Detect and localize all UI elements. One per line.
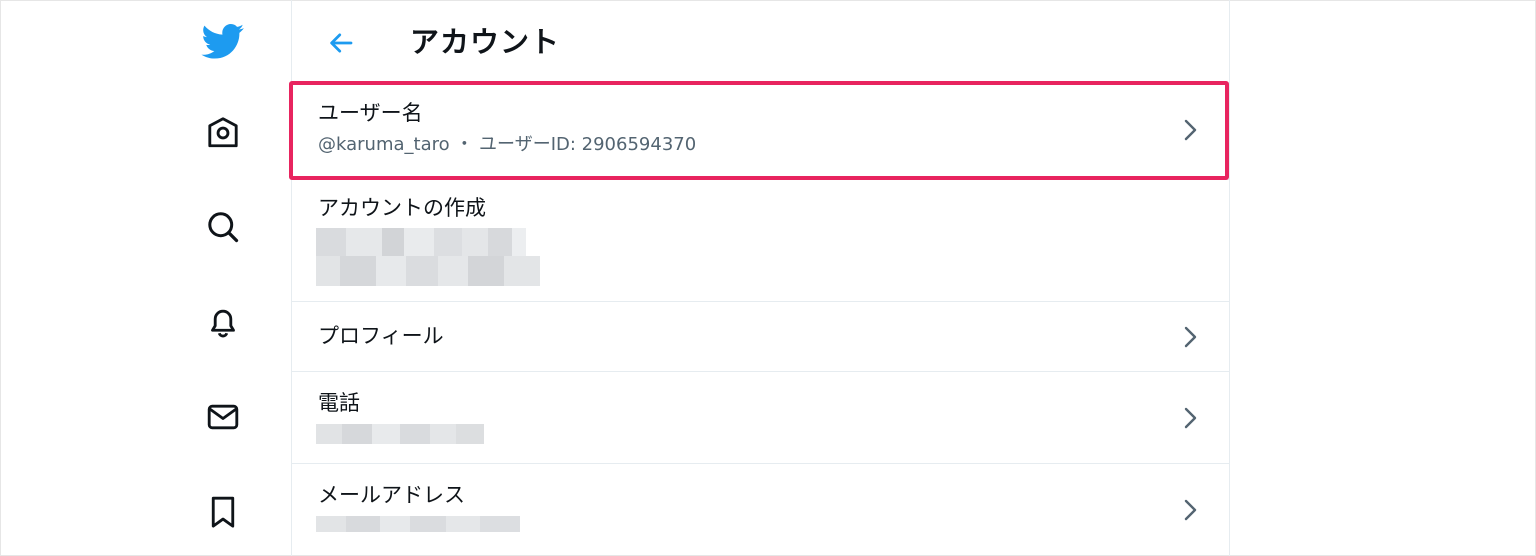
chevron-right-icon xyxy=(1180,496,1200,524)
back-button[interactable] xyxy=(320,22,362,64)
redacted-email xyxy=(316,516,520,532)
page-title: アカウント xyxy=(410,25,561,59)
row-account-created: アカウントの作成 xyxy=(292,180,1229,302)
bell-icon xyxy=(211,309,235,338)
page-header: アカウント xyxy=(292,0,1229,82)
search-icon xyxy=(208,212,239,243)
row-email-label: メールアドレス xyxy=(318,483,465,507)
arrow-left-icon xyxy=(330,33,353,53)
row-username-label: ユーザー名 xyxy=(318,101,423,125)
nav-bookmarks[interactable] xyxy=(197,486,249,538)
redacted-phone xyxy=(316,424,484,444)
nav-explore[interactable] xyxy=(197,201,249,253)
row-username[interactable]: ユーザー名 @karuma_taro ・ ユーザーID: 2906594370 xyxy=(292,82,1229,180)
home-icon xyxy=(208,117,238,148)
mail-icon xyxy=(207,404,239,430)
nav-notifications[interactable] xyxy=(197,296,249,348)
chevron-right-icon xyxy=(1180,116,1200,144)
twitter-logo[interactable] xyxy=(197,16,249,68)
chevron-right-icon xyxy=(1180,323,1200,351)
row-phone-label: 電話 xyxy=(318,391,360,415)
row-created-label: アカウントの作成 xyxy=(318,196,486,220)
row-email[interactable]: メールアドレス xyxy=(292,464,1229,556)
sidebar-nav xyxy=(0,0,291,556)
row-profile-label: プロフィール xyxy=(318,324,444,348)
bookmark-icon xyxy=(211,496,235,528)
row-username-sub: @karuma_taro ・ ユーザーID: 2906594370 xyxy=(318,134,697,155)
nav-home[interactable] xyxy=(197,107,249,159)
twitter-bird-icon xyxy=(201,24,244,59)
nav-messages[interactable] xyxy=(197,391,249,443)
row-profile[interactable]: プロフィール xyxy=(292,302,1229,372)
chevron-right-icon xyxy=(1180,404,1200,432)
redacted-date xyxy=(316,228,540,286)
main-column: アカウント ユーザー名 @karuma_taro ・ ユーザーID: 29065… xyxy=(291,0,1230,556)
row-phone[interactable]: 電話 xyxy=(292,372,1229,464)
